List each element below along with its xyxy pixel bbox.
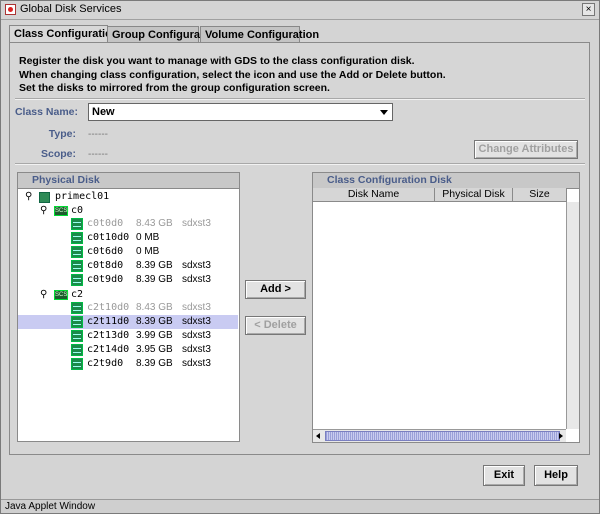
scope-value: ------ (88, 149, 108, 160)
disk-name: c2t9d0 (87, 358, 124, 369)
disk-name: c2t14d0 (87, 344, 130, 355)
disk-row-selected[interactable]: c2t11d0 8.39 GB sdxst3 (18, 315, 238, 329)
tree-handle-icon[interactable]: ⚲ (25, 192, 32, 202)
class-name-value: New (92, 106, 115, 118)
divider-middle (15, 163, 585, 165)
scroll-left-icon[interactable] (316, 433, 320, 439)
disk-row[interactable]: c0t10d0 0 MB (18, 231, 238, 245)
disk-class: sdxst3 (182, 344, 211, 355)
server-icon (39, 192, 50, 203)
disk-size: 8.39 GB (136, 316, 173, 327)
column-header-disk-name[interactable]: Disk Name (313, 188, 435, 202)
tree-handle-icon[interactable]: ⚲ (40, 290, 47, 300)
window-title: Global Disk Services (20, 3, 122, 15)
disk-name: c2t13d0 (87, 330, 130, 341)
tab-group-configuration[interactable]: Group Configuration (107, 26, 220, 43)
close-icon[interactable]: × (582, 3, 595, 16)
controller-icon: SCSI (54, 290, 70, 300)
horizontal-scrollbar[interactable] (313, 429, 566, 442)
tree-node-server[interactable]: primecl01 (55, 190, 109, 203)
class-name-select[interactable]: New (88, 103, 393, 121)
class-configuration-disk-panel: Class Configuration Disk Disk Name Physi… (312, 172, 580, 443)
controller-icon: SCSI (54, 206, 70, 216)
class-configuration-disk-header: Class Configuration Disk (313, 173, 579, 189)
chevron-down-icon (380, 110, 388, 115)
instruction-line-1: Register the disk you want to manage wit… (19, 55, 415, 67)
column-header-size[interactable]: Size (513, 188, 567, 202)
disk-size: 3.95 GB (136, 344, 173, 355)
class-name-label: Class Name: (14, 106, 78, 118)
help-button[interactable]: Help (534, 465, 578, 486)
disk-row[interactable]: c0t8d0 8.39 GB sdxst3 (18, 259, 238, 273)
disk-class: sdxst3 (182, 316, 211, 327)
disk-icon (71, 274, 83, 286)
disk-name: c0t9d0 (87, 274, 124, 285)
disk-icon (71, 330, 83, 342)
disk-row[interactable]: c2t10d0 8.43 GB sdxst3 (18, 301, 238, 315)
disk-name: c0t10d0 (87, 232, 130, 243)
disk-icon (71, 344, 83, 356)
disk-row[interactable]: c0t9d0 8.39 GB sdxst3 (18, 273, 238, 287)
tree-handle-icon[interactable]: ⚲ (40, 206, 47, 216)
tree-node-controller[interactable]: c0 (71, 204, 83, 217)
disk-row[interactable]: c0t6d0 0 MB (18, 245, 238, 259)
main-window: Global Disk Services × Class Configurati… (0, 0, 600, 514)
disk-size: 3.99 GB (136, 330, 173, 341)
disk-icon (71, 232, 83, 244)
tab-volume-configuration[interactable]: Volume Configuration (200, 26, 319, 43)
divider-top (15, 98, 585, 100)
disk-name: c2t10d0 (87, 302, 130, 313)
disk-icon (71, 260, 83, 272)
disk-row[interactable]: c2t14d0 3.95 GB sdxst3 (18, 343, 238, 357)
disk-size: 8.39 GB (136, 358, 173, 369)
disk-icon (71, 316, 83, 328)
scroll-right-icon[interactable] (559, 433, 563, 439)
type-label: Type: (48, 128, 76, 140)
disk-size: 0 MB (136, 232, 160, 243)
disk-class: sdxst3 (182, 274, 211, 285)
disk-icon (71, 302, 83, 314)
status-bar: Java Applet Window (1, 499, 599, 513)
type-value: ------ (88, 129, 108, 140)
disk-icon (71, 358, 83, 370)
delete-button[interactable]: < Delete (245, 316, 306, 335)
tree-node-controller[interactable]: c2 (71, 288, 83, 301)
vertical-scrollbar[interactable] (566, 202, 579, 429)
disk-row[interactable]: c2t13d0 3.99 GB sdxst3 (18, 329, 238, 343)
column-header-physical-disk[interactable]: Physical Disk (435, 188, 513, 202)
disk-name: c0t0d0 (87, 218, 124, 229)
disk-size: 8.39 GB (136, 274, 173, 285)
disk-class: sdxst3 (182, 302, 211, 313)
disk-class: sdxst3 (182, 218, 211, 229)
disk-icon (71, 218, 83, 230)
disk-class: sdxst3 (182, 358, 211, 369)
instruction-line-3: Set the disks to mirrored from the group… (19, 82, 330, 94)
disk-name: c2t11d0 (87, 316, 130, 327)
disk-class: sdxst3 (182, 260, 211, 271)
disk-row[interactable]: c0t0d0 8.43 GB sdxst3 (18, 217, 238, 231)
disk-icon (71, 246, 83, 258)
disk-class: sdxst3 (182, 330, 211, 341)
disk-name: c0t6d0 (87, 246, 124, 257)
disk-size: 0 MB (136, 246, 160, 257)
disk-size: 8.43 GB (136, 218, 173, 229)
instruction-line-2: When changing class configuration, selec… (19, 69, 446, 81)
app-icon (5, 4, 16, 15)
exit-button[interactable]: Exit (483, 465, 525, 486)
change-attributes-button[interactable]: Change Attributes (474, 140, 578, 159)
physical-disk-header: Physical Disk (18, 173, 239, 189)
disk-name: c0t8d0 (87, 260, 124, 271)
add-button[interactable]: Add > (245, 280, 306, 299)
scroll-thumb[interactable] (325, 431, 560, 441)
physical-disk-panel: Physical Disk ⚲ primecl01 ⚲ SCSI c0 c0t0… (17, 172, 240, 442)
scope-label: Scope: (40, 148, 76, 160)
disk-row[interactable]: c2t9d0 8.39 GB sdxst3 (18, 357, 238, 371)
disk-size: 8.43 GB (136, 302, 173, 313)
disk-size: 8.39 GB (136, 260, 173, 271)
title-bar: Global Disk Services × (1, 1, 599, 20)
